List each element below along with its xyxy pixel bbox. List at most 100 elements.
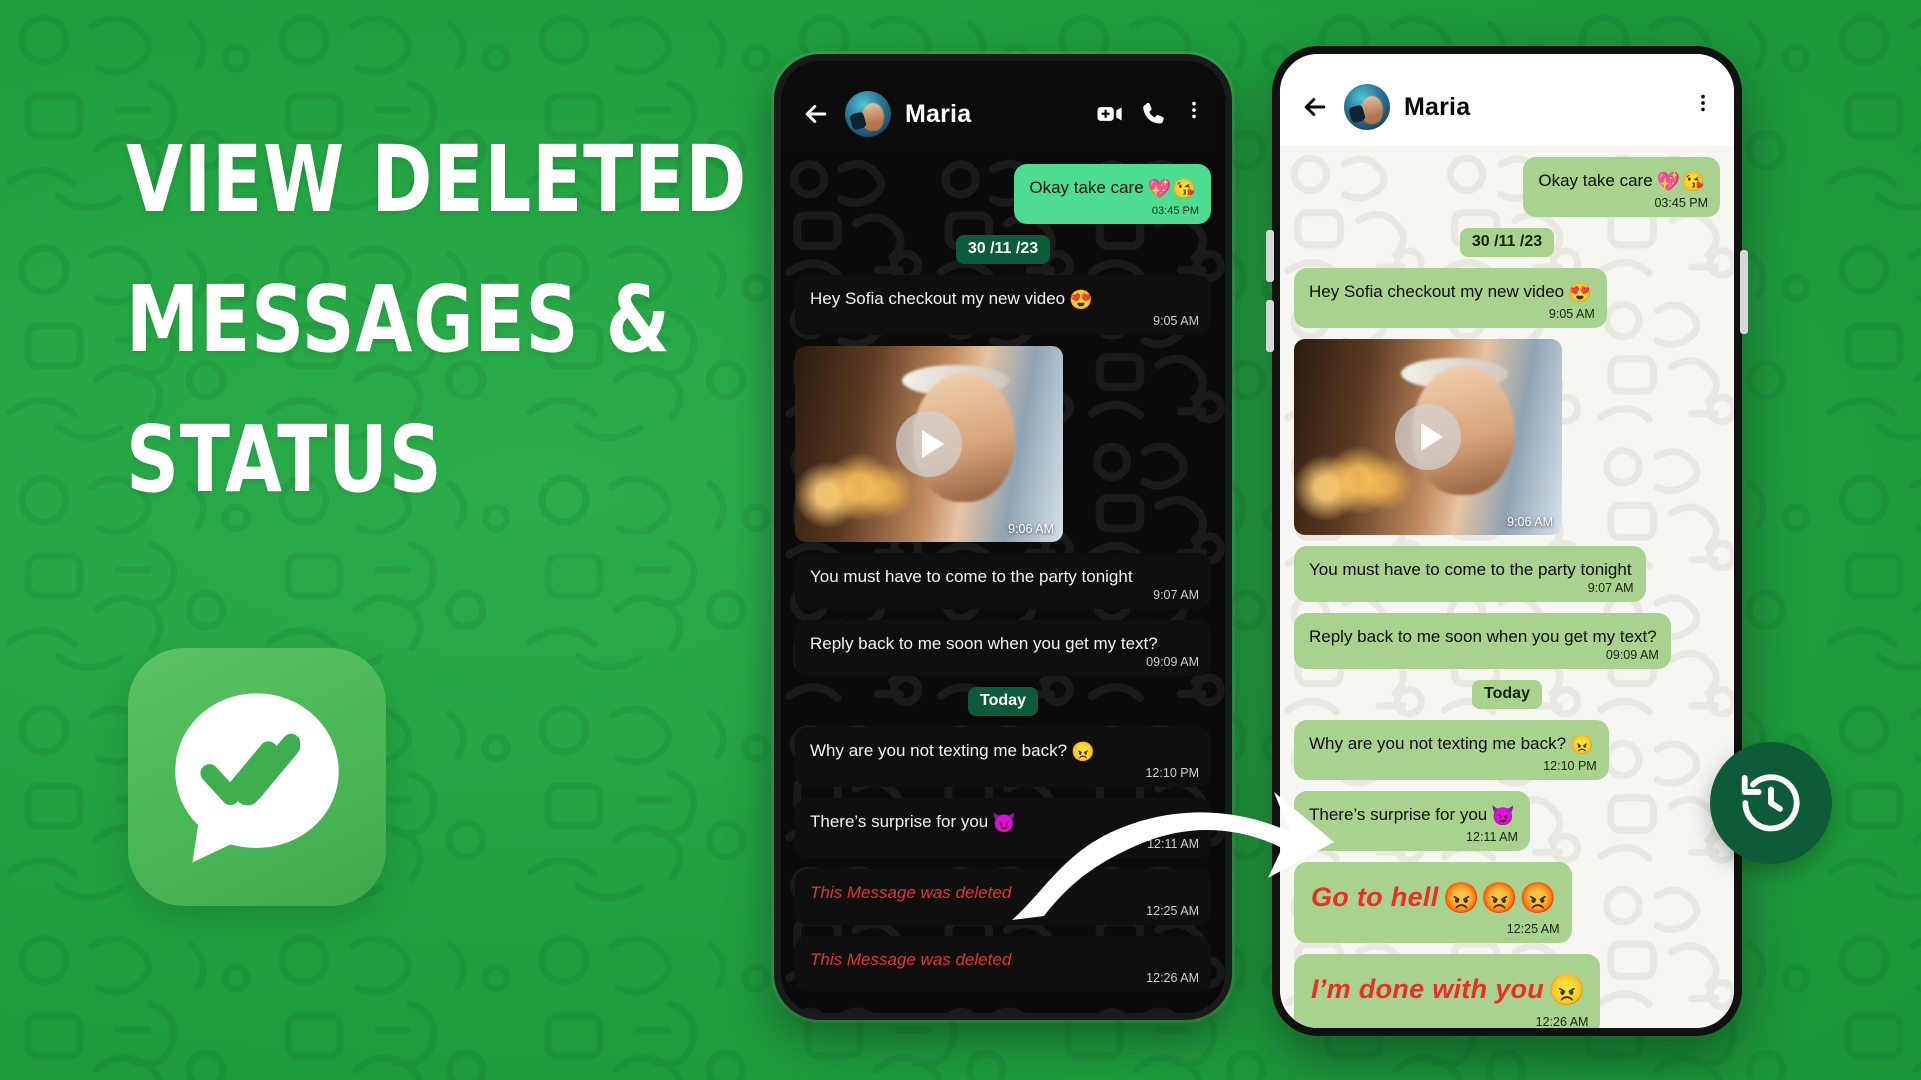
- message-emoji: 😍: [1069, 289, 1094, 311]
- date-chip: Today: [968, 687, 1038, 716]
- message-text: Reply back to me soon when you get my te…: [1309, 626, 1657, 646]
- chat-screen-dark: Maria Okay take care 💖😘 03:45 PM 30 /11 …: [781, 61, 1225, 1013]
- power-button[interactable]: [1740, 250, 1748, 334]
- message-row: Reply back to me soon when you get my te…: [1294, 612, 1720, 669]
- message-row: Why are you not texting me back? 😠 12:10 P…: [1294, 720, 1720, 780]
- message-row: 9:06 AM: [795, 345, 1211, 542]
- message-row: Okay take care 💖😘 03:45 PM: [795, 164, 1211, 224]
- message-row: 9:06 AM: [1294, 338, 1720, 535]
- avatar[interactable]: [845, 91, 891, 137]
- message-stream-dark[interactable]: Okay take care 💖😘 03:45 PM 30 /11 /23 Hey So…: [781, 153, 1225, 1013]
- message-list-light: Okay take care 💖😘 03:45 PM 30 /11 /23 Hey So…: [1294, 146, 1720, 1028]
- phone-light-theme: Maria Okay take care 💖😘 03:45 PM 30 /11 …: [1272, 46, 1742, 1036]
- message-bubble[interactable]: There’s surprise for you 😈 12:11 AM: [1294, 790, 1530, 851]
- date-separator: 30 /11 /23: [795, 234, 1211, 264]
- message-row: I’m done with you 😠 12:26 AM: [1294, 954, 1720, 1028]
- message-emoji: 😈: [992, 812, 1017, 834]
- back-arrow-icon[interactable]: [1300, 92, 1330, 122]
- message-bubble[interactable]: You must have to come to the party tonig…: [1294, 545, 1646, 602]
- message-text: Why are you not texting me back?: [1309, 734, 1567, 753]
- message-row: There’s surprise for you 😈 12:11 AM: [1294, 790, 1720, 851]
- recovered-message-bubble[interactable]: I’m done with you 😠 12:26 AM: [1294, 954, 1601, 1028]
- volume-up-button[interactable]: [1266, 230, 1274, 282]
- message-timestamp: 9:06 AM: [1008, 521, 1054, 536]
- date-chip: 30 /11 /23: [1459, 227, 1555, 257]
- message-row: You must have to come to the party tonig…: [1294, 545, 1720, 602]
- deleted-message-bubble[interactable]: This Message was deleted 12:26 AM: [795, 935, 1211, 992]
- deleted-message-bubble[interactable]: This Message was deleted 12:25 AM: [795, 868, 1211, 925]
- message-emoji: 😡😡😡: [1442, 881, 1558, 915]
- message-text: Hey Sofia checkout my new video: [1309, 281, 1565, 301]
- message-bubble[interactable]: Why are you not texting me back? 😠 12:10 P…: [1294, 720, 1609, 780]
- message-row: Reply back to me soon when you get my te…: [795, 619, 1211, 676]
- contact-name[interactable]: Maria: [1404, 93, 1678, 122]
- back-arrow-icon[interactable]: [801, 99, 831, 129]
- date-chip: 30 /11 /23: [955, 234, 1051, 264]
- message-text: This Message was deleted: [810, 882, 1012, 902]
- message-timestamp: 12:10 PM: [1543, 759, 1597, 774]
- message-timestamp: 12:10 PM: [1145, 766, 1199, 781]
- message-bubble[interactable]: Reply back to me soon when you get my te…: [1294, 612, 1671, 669]
- message-row: Go to hell 😡😡😡 12:25 AM: [1294, 861, 1720, 943]
- message-emoji: 😍: [1568, 282, 1593, 304]
- restore-history-icon: [1736, 768, 1806, 838]
- message-timestamp: 03:45 PM: [1654, 196, 1708, 211]
- phone-call-icon[interactable]: [1139, 99, 1169, 129]
- message-bubble[interactable]: You must have to come to the party tonig…: [795, 552, 1211, 609]
- message-bubble[interactable]: There’s surprise for you 😈 12:11 AM: [795, 797, 1211, 858]
- whatsapp-double-check-bubble-icon: [162, 682, 352, 872]
- message-bubble[interactable]: Reply back to me soon when you get my te…: [795, 619, 1211, 676]
- message-text: There’s surprise for you: [810, 811, 989, 831]
- message-timestamp: 9:05 AM: [1153, 313, 1199, 328]
- avatar[interactable]: [1344, 84, 1390, 130]
- message-text: I’m done with you: [1311, 974, 1545, 1004]
- message-text: Reply back to me soon when you get my te…: [810, 633, 1158, 653]
- contact-name[interactable]: Maria: [905, 100, 1081, 129]
- overflow-menu-icon[interactable]: [1692, 92, 1714, 122]
- message-timestamp: 12:25 AM: [1506, 922, 1560, 937]
- message-stream-light[interactable]: Okay take care 💖😘 03:45 PM 30 /11 /23 Hey So…: [1280, 146, 1734, 1028]
- message-row: Hey Sofia checkout my new video 😍 9:05 AM: [1294, 267, 1720, 328]
- message-emoji: 💖😘: [1147, 179, 1197, 200]
- message-text: You must have to come to the party tonig…: [1309, 559, 1632, 579]
- restore-history-button[interactable]: [1710, 742, 1832, 864]
- message-bubble[interactable]: Hey Sofia checkout my new video 😍 9:05 AM: [795, 274, 1211, 335]
- volume-down-button[interactable]: [1266, 300, 1274, 352]
- phone-dark-theme: Maria Okay take care 💖😘 03:45 PM 30 /11 …: [774, 54, 1232, 1020]
- message-bubble[interactable]: Hey Sofia checkout my new video 😍 9:05 AM: [1294, 267, 1607, 328]
- message-text: Go to hell: [1311, 881, 1439, 912]
- video-message-thumbnail[interactable]: 9:06 AM: [795, 345, 1063, 542]
- chat-screen-light: Maria Okay take care 💖😘 03:45 PM 30 /11 …: [1280, 54, 1734, 1028]
- message-emoji: 😠: [1071, 742, 1096, 763]
- message-timestamp: 12:11 AM: [1147, 836, 1199, 851]
- message-text: Okay take care: [1538, 171, 1653, 190]
- message-timestamp: 9:06 AM: [1507, 514, 1553, 529]
- overflow-menu-icon[interactable]: [1183, 99, 1205, 129]
- message-timestamp: 12:26 AM: [1146, 971, 1199, 986]
- message-list-dark: Okay take care 💖😘 03:45 PM 30 /11 /23 Hey So…: [795, 153, 1211, 992]
- message-text: There’s surprise for you: [1309, 804, 1488, 824]
- message-emoji: 💖😘: [1656, 172, 1706, 193]
- message-row: Okay take care 💖😘 03:45 PM: [1294, 157, 1720, 217]
- message-row: There’s surprise for you 😈 12:11 AM: [795, 797, 1211, 858]
- message-row: This Message was deleted 12:25 AM: [795, 868, 1211, 925]
- message-emoji: 😠: [1570, 735, 1595, 756]
- promo-canvas: VIEW DELETED MESSAGES & STATUS Maria Oka…: [0, 0, 1921, 1080]
- message-text: Hey Sofia checkout my new video: [810, 288, 1066, 308]
- message-timestamp: 12:11 AM: [1466, 829, 1518, 844]
- message-row: This Message was deleted 12:26 AM: [795, 935, 1211, 992]
- play-icon[interactable]: [896, 410, 962, 477]
- message-timestamp: 9:07 AM: [1587, 581, 1634, 596]
- chat-header-dark: Maria: [781, 61, 1225, 153]
- recovered-message-bubble[interactable]: Go to hell 😡😡😡 12:25 AM: [1294, 861, 1572, 943]
- video-message-thumbnail[interactable]: 9:06 AM: [1294, 338, 1562, 535]
- message-bubble[interactable]: Okay take care 💖😘 03:45 PM: [1523, 157, 1720, 217]
- video-call-icon[interactable]: [1095, 99, 1125, 129]
- play-icon[interactable]: [1395, 403, 1461, 470]
- message-emoji: 😈: [1491, 805, 1516, 827]
- message-bubble[interactable]: Okay take care 💖😘 03:45 PM: [1014, 164, 1211, 224]
- message-bubble[interactable]: Why are you not texting me back? 😠 12:10 P…: [795, 727, 1211, 787]
- message-row: Why are you not texting me back? 😠 12:10 P…: [795, 727, 1211, 787]
- message-row: You must have to come to the party tonig…: [795, 552, 1211, 609]
- message-timestamp: 9:07 AM: [1153, 588, 1199, 603]
